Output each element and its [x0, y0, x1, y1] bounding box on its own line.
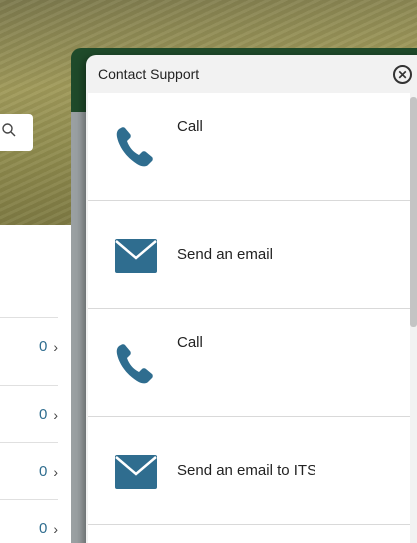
contact-option-label: Send an email to ITS [177, 462, 315, 479]
contact-option-call[interactable]: Call [88, 309, 410, 417]
contact-option-email-its[interactable]: Send an email to ITS [88, 417, 410, 525]
list-item-count: 0 [38, 338, 48, 355]
dialog-title: Contact Support [98, 66, 200, 82]
chevron-right-icon: › [53, 406, 58, 423]
list-item[interactable]: 0 › [0, 499, 58, 543]
list-item[interactable]: 0 › [0, 385, 58, 443]
close-icon: ✕ [397, 67, 408, 82]
dialog-header: Contact Support [86, 55, 417, 93]
dialog-scrollbar[interactable] [410, 93, 417, 543]
contact-option-call[interactable]: Call [88, 93, 410, 201]
contact-option-email[interactable]: Send an email [88, 201, 410, 309]
list-item[interactable]: 0 › [0, 442, 58, 500]
list-item-count: 0 [38, 463, 48, 480]
background-list: 0 › 0 › 0 › 0 › [0, 225, 72, 543]
list-item-count: 0 [38, 520, 48, 537]
envelope-icon [115, 239, 157, 278]
scrollbar-thumb[interactable] [410, 97, 417, 327]
list-item-count: 0 [38, 406, 48, 423]
phone-icon [115, 125, 157, 174]
contact-options-list: Call Send an email Call Send an email to… [88, 93, 410, 543]
contact-option-label: Call [177, 118, 203, 135]
chevron-right-icon: › [53, 463, 58, 480]
chevron-right-icon: › [53, 520, 58, 537]
contact-option-label: Send an email [177, 246, 273, 263]
search-button[interactable] [0, 114, 33, 151]
contact-support-dialog: Contact Support ✕ Call Send an email Cal… [86, 55, 417, 543]
list-item[interactable]: 0 › [0, 317, 58, 375]
search-icon [1, 122, 17, 143]
contact-option-label: Call [177, 334, 203, 351]
phone-icon [115, 342, 157, 391]
close-button[interactable]: ✕ [393, 65, 412, 84]
envelope-icon [115, 455, 157, 494]
chevron-right-icon: › [53, 338, 58, 355]
